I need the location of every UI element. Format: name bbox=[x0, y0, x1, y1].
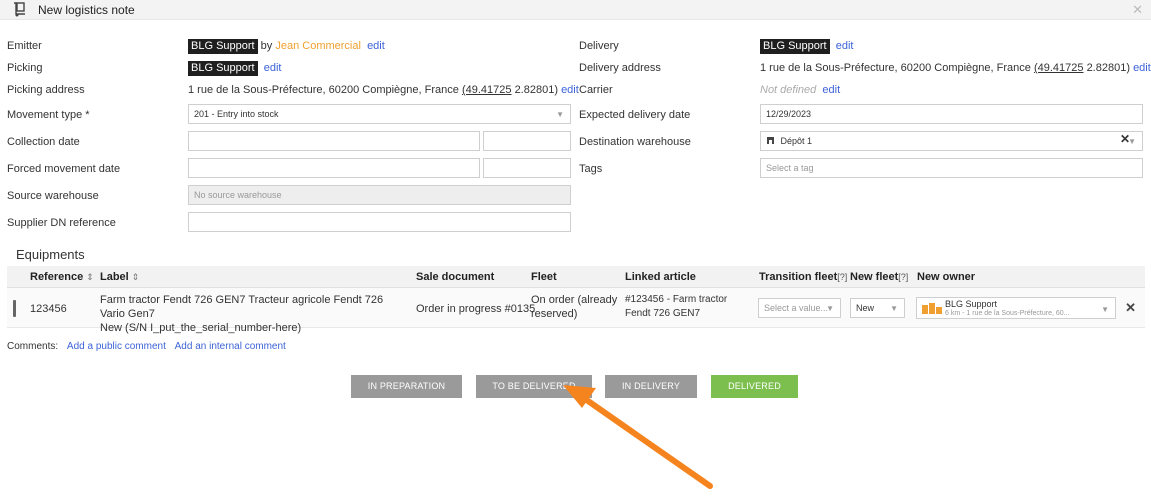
annotation-arrow-icon bbox=[563, 385, 713, 489]
